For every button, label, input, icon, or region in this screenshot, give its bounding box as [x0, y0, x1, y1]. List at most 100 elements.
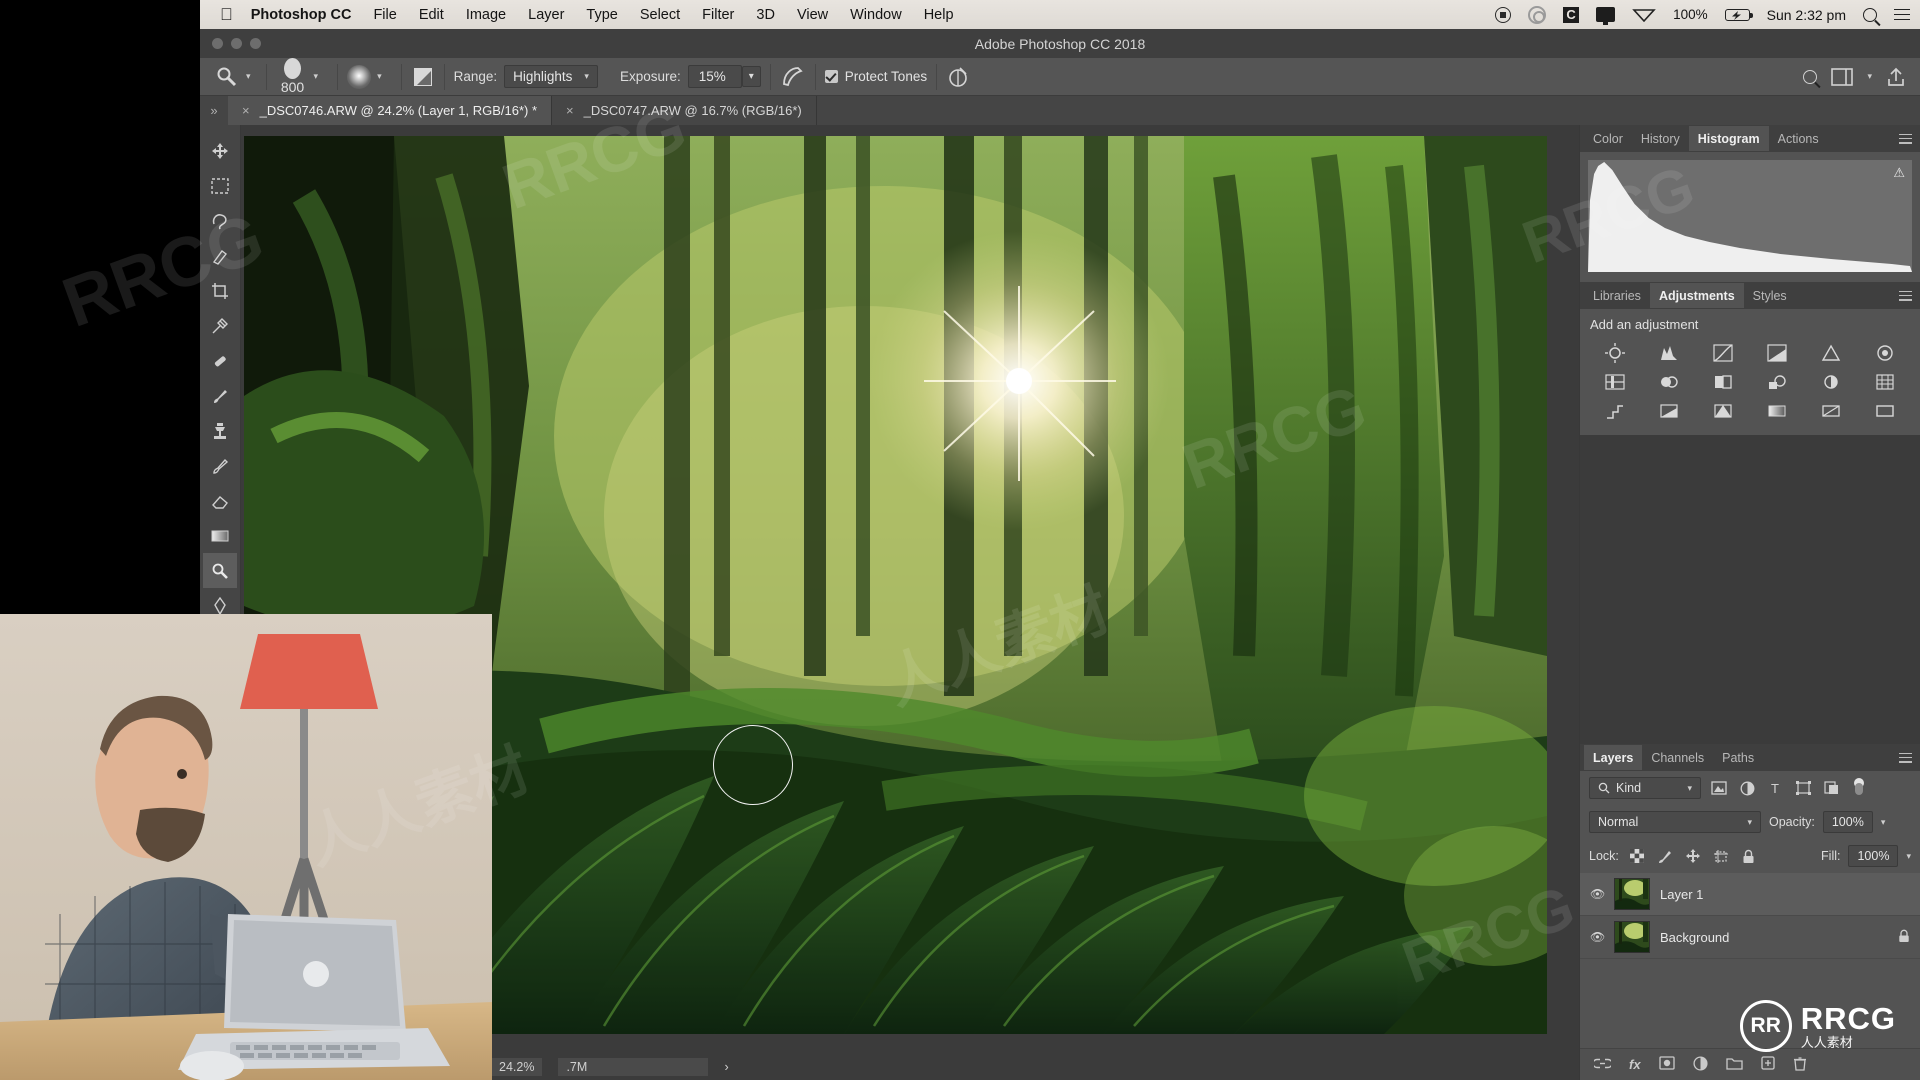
chevron-down-icon[interactable]: ▾	[314, 71, 319, 82]
menu-edit[interactable]: Edit	[419, 7, 444, 23]
tab-color[interactable]: Color	[1584, 126, 1632, 151]
tab-histogram[interactable]: Histogram	[1688, 126, 1769, 151]
posterize-icon[interactable]	[1590, 399, 1640, 423]
type-filter-icon[interactable]: T	[1765, 779, 1785, 797]
tab-layers[interactable]: Layers	[1584, 745, 1643, 770]
creative-cloud-icon[interactable]	[1528, 5, 1547, 24]
lock-artboard-icon[interactable]	[1711, 847, 1731, 865]
range-dropdown[interactable]: Highlights ▾	[504, 65, 598, 88]
fill-input[interactable]: 100%	[1848, 845, 1899, 867]
chevron-down-icon[interactable]: ▾	[1867, 71, 1872, 82]
levels-icon[interactable]	[1644, 341, 1694, 365]
tool-dodge[interactable]	[203, 553, 237, 588]
photo-filter-icon[interactable]	[1698, 370, 1748, 394]
workspace-icon[interactable]	[1831, 67, 1854, 86]
pixel-filter-icon[interactable]	[1709, 779, 1729, 797]
tab-adjustments[interactable]: Adjustments	[1649, 283, 1744, 308]
zoom-level-field[interactable]: 24.2%	[491, 1058, 543, 1076]
blend-mode-dropdown[interactable]: Normal ▾	[1589, 811, 1761, 833]
exposure-stepper[interactable]: ▾	[741, 66, 761, 87]
hue-saturation-icon[interactable]	[1860, 341, 1910, 365]
threshold-icon[interactable]	[1644, 399, 1694, 423]
tab-styles[interactable]: Styles	[1744, 283, 1796, 308]
list-icon[interactable]	[1894, 8, 1910, 21]
exposure-input[interactable]: 15%	[687, 65, 742, 88]
selective-color-icon[interactable]	[1698, 399, 1748, 423]
display-icon[interactable]	[1596, 7, 1616, 25]
chevron-down-icon[interactable]: ▾	[1906, 851, 1911, 862]
new-fill-adjustment-icon[interactable]	[1693, 1055, 1708, 1074]
layer-filter-kind-dropdown[interactable]: Kind ▾	[1589, 777, 1701, 799]
solid-color-icon[interactable]	[1860, 399, 1910, 423]
panel-menu-icon[interactable]	[1899, 290, 1920, 301]
tool-lasso[interactable]	[203, 203, 237, 238]
tab-libraries[interactable]: Libraries	[1584, 283, 1650, 308]
layer-thumbnail[interactable]	[1614, 921, 1650, 953]
new-layer-icon[interactable]	[1760, 1056, 1775, 1073]
filter-toggle-icon[interactable]	[1849, 778, 1869, 797]
eye-icon[interactable]: 👁	[1590, 930, 1605, 944]
tool-quick-selection[interactable]	[203, 238, 237, 273]
panel-menu-icon[interactable]	[1899, 133, 1920, 144]
menu-filter[interactable]: Filter	[702, 7, 734, 23]
close-icon[interactable]: ×	[242, 103, 250, 118]
record-icon[interactable]	[1495, 6, 1512, 23]
curves-icon[interactable]	[1698, 341, 1748, 365]
layer-row-background[interactable]: 👁 Background	[1580, 916, 1920, 959]
webcam-video-overlay[interactable]	[0, 614, 492, 1080]
layer-mask-icon[interactable]	[1658, 1056, 1675, 1073]
menu-select[interactable]: Select	[640, 7, 680, 23]
adjustment-filter-icon[interactable]	[1737, 779, 1757, 797]
color-lookup-icon[interactable]	[1806, 370, 1856, 394]
c-icon[interactable]: C	[1563, 6, 1580, 23]
tool-crop[interactable]	[203, 273, 237, 308]
app-name-menu[interactable]: Photoshop CC	[251, 7, 352, 23]
tool-clone-stamp[interactable]	[203, 413, 237, 448]
brightness-contrast-icon[interactable]	[1590, 341, 1640, 365]
lock-transparent-icon[interactable]	[1627, 847, 1647, 865]
gradient-fill-icon[interactable]	[1806, 399, 1856, 423]
dodge-tool-indicator[interactable]: ▾	[210, 66, 257, 88]
tool-history-brush[interactable]	[203, 448, 237, 483]
panel-menu-icon[interactable]	[1899, 752, 1920, 763]
vibrance-icon[interactable]	[1806, 341, 1856, 365]
link-layers-icon[interactable]	[1592, 1057, 1613, 1073]
gradient-map-icon[interactable]	[1752, 399, 1802, 423]
menu-layer[interactable]: Layer	[528, 7, 564, 23]
menu-help[interactable]: Help	[924, 7, 954, 23]
eye-icon[interactable]: 👁	[1590, 887, 1605, 901]
tab-history[interactable]: History	[1632, 126, 1689, 151]
chevron-right-icon[interactable]: ›	[724, 1060, 728, 1074]
black-white-icon[interactable]	[1644, 370, 1694, 394]
new-group-icon[interactable]	[1725, 1057, 1743, 1073]
menu-file[interactable]: File	[373, 7, 396, 23]
search-icon[interactable]	[1803, 69, 1818, 84]
document-tab-0746[interactable]: × _DSC0746.ARW @ 24.2% (Layer 1, RGB/16*…	[228, 96, 553, 125]
airbrush-toggle-icon[interactable]	[411, 65, 435, 89]
chevron-down-icon[interactable]: ▾	[1881, 817, 1886, 828]
menu-window[interactable]: Window	[850, 7, 902, 23]
chevron-down-icon[interactable]: ▾	[377, 71, 382, 82]
tool-brush[interactable]	[203, 378, 237, 413]
tool-marquee[interactable]	[203, 168, 237, 203]
smart-object-filter-icon[interactable]	[1821, 779, 1841, 797]
shape-filter-icon[interactable]	[1793, 779, 1813, 797]
chevron-double-right-icon[interactable]: »	[200, 96, 228, 125]
menu-view[interactable]: View	[797, 7, 828, 23]
layer-row-layer-1[interactable]: 👁 Layer 1	[1580, 873, 1920, 916]
tool-eyedropper[interactable]	[203, 308, 237, 343]
cached-data-warning-icon[interactable]: ⚠	[1893, 165, 1905, 181]
invert-icon[interactable]	[1860, 370, 1910, 394]
protect-tones-checkbox[interactable]: Protect Tones	[824, 69, 927, 84]
close-icon[interactable]: ×	[566, 103, 574, 118]
delete-layer-icon[interactable]	[1793, 1056, 1807, 1074]
layer-style-icon[interactable]: fx	[1629, 1057, 1641, 1072]
lock-image-icon[interactable]	[1655, 847, 1675, 865]
brush-preset-picker[interactable]: 800	[276, 58, 310, 95]
apple-icon[interactable]: 	[220, 6, 233, 23]
brush-hardness-preview-icon[interactable]	[347, 64, 372, 89]
search-icon[interactable]	[1863, 7, 1877, 22]
battery-charging-icon[interactable]	[1724, 8, 1753, 21]
layer-name-label[interactable]: Background	[1660, 930, 1888, 945]
menu-image[interactable]: Image	[466, 7, 506, 23]
